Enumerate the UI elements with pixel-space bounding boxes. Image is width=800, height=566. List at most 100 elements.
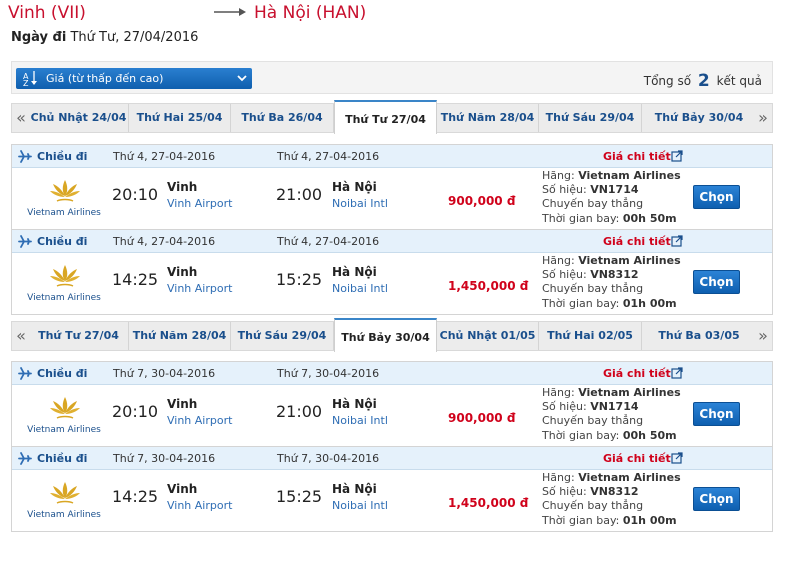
- departure-airport: Vinh Airport: [167, 499, 233, 512]
- departure-label: Ngày đi: [11, 30, 67, 45]
- flight-header: Chiều đi Thứ 7, 30-04-2016 Thứ 7, 30-04-…: [12, 447, 772, 470]
- date-tab[interactable]: Thứ Sáu 29/04: [231, 322, 334, 350]
- airline-logo-text: Vietnam Airlines: [27, 293, 101, 303]
- date-tab[interactable]: Thứ Hai 02/05: [539, 322, 642, 350]
- result-count: Tổng số 2 kết quả: [643, 70, 762, 91]
- external-link-icon[interactable]: [671, 235, 683, 247]
- external-link-icon[interactable]: [671, 150, 683, 162]
- date-tab[interactable]: Thứ Tư 27/04: [29, 322, 129, 350]
- departure-city: Vinh: [167, 482, 198, 496]
- flight-card: Chiều đi Thứ 7, 30-04-2016 Thứ 7, 30-04-…: [11, 361, 773, 447]
- direction-label: Chiều đi: [37, 367, 88, 380]
- arrival-date-text: Thứ 4, 27-04-2016: [277, 150, 380, 163]
- prev-week-button[interactable]: «: [13, 322, 29, 350]
- date-tab[interactable]: Thứ Ba 26/04: [231, 104, 334, 132]
- arrival-city: Hà Nội: [332, 180, 377, 194]
- plane-icon: [18, 235, 32, 248]
- airline-logo: Vietnam Airlines: [22, 177, 106, 221]
- lotus-logo-icon: [50, 180, 80, 202]
- chevron-down-icon: [237, 75, 247, 82]
- flight-info: Hãng: Vietnam Airlines Số hiệu: VN8312 C…: [542, 254, 681, 311]
- lotus-logo-icon: [50, 397, 80, 419]
- arrival-time: 21:00: [276, 185, 323, 204]
- external-link-icon[interactable]: [671, 452, 683, 464]
- select-flight-button[interactable]: Chọn: [693, 185, 740, 209]
- prev-week-button[interactable]: «: [13, 104, 29, 132]
- airline-label: Hãng:: [542, 169, 575, 182]
- departure-date-text: Thứ 7, 30-04-2016: [113, 367, 216, 380]
- arrival-date-text: Thứ 7, 30-04-2016: [277, 367, 380, 380]
- date-tab[interactable]: Thứ Hai 25/04: [129, 104, 231, 132]
- departure-value: Thứ Tư, 27/04/2016: [70, 30, 199, 45]
- flight-number-label: Số hiệu:: [542, 268, 587, 282]
- destination-city: Hà Nội (HAN): [254, 3, 367, 23]
- next-week-button[interactable]: »: [755, 104, 771, 132]
- select-flight-button[interactable]: Chọn: [693, 487, 740, 511]
- result-count-suffix: kết quả: [716, 74, 762, 88]
- departure-city: Vinh: [167, 180, 198, 194]
- svg-text:Z: Z: [23, 79, 29, 86]
- arrival-airport: Noibai Intl: [332, 282, 388, 295]
- date-tab[interactable]: Thứ Năm 28/04: [437, 104, 539, 132]
- flight-price: 1,450,000 đ: [448, 496, 529, 510]
- date-tab[interactable]: Thứ Ba 03/05: [642, 322, 756, 350]
- date-tab[interactable]: Thứ Sáu 29/04: [539, 104, 642, 132]
- direction-label: Chiều đi: [37, 235, 88, 248]
- external-link-icon[interactable]: [671, 367, 683, 379]
- result-count-number: 2: [697, 71, 710, 91]
- departure-date: Ngày đi Thứ Tư, 27/04/2016: [11, 30, 198, 45]
- date-tab[interactable]: Chủ Nhật 24/04: [29, 104, 129, 132]
- flight-header: Chiều đi Thứ 7, 30-04-2016 Thứ 7, 30-04-…: [12, 362, 772, 385]
- airline-name: Vietnam Airlines: [578, 254, 681, 267]
- sort-dropdown[interactable]: A Z Giá (từ thấp đến cao): [16, 68, 252, 89]
- lotus-logo-icon: [50, 482, 80, 504]
- departure-airport: Vinh Airport: [167, 197, 233, 210]
- airline-name: Vietnam Airlines: [578, 471, 681, 484]
- duration-label: Thời gian bay:: [542, 428, 620, 442]
- route-arrow-icon: [214, 8, 246, 16]
- direction-label: Chiều đi: [37, 452, 88, 465]
- duration-label: Thời gian bay:: [542, 513, 620, 527]
- departure-airport: Vinh Airport: [167, 282, 233, 295]
- price-detail-link[interactable]: Giá chi tiết: [603, 235, 671, 248]
- flight-number: VN1714: [590, 400, 639, 414]
- date-tab[interactable]: Chủ Nhật 01/05: [437, 322, 539, 350]
- airline-logo: Vietnam Airlines: [22, 262, 106, 306]
- duration-label: Thời gian bay:: [542, 211, 620, 225]
- flight-number: VN8312: [590, 268, 639, 282]
- departure-time: 20:10: [112, 185, 159, 204]
- departure-time: 20:10: [112, 402, 159, 421]
- date-tab-active[interactable]: Thứ Tư 27/04: [334, 100, 437, 134]
- sort-bar: A Z Giá (từ thấp đến cao) Tổng số 2 kết …: [11, 61, 773, 94]
- flight-card: Chiều đi Thứ 4, 27-04-2016 Thứ 4, 27-04-…: [11, 229, 773, 315]
- select-flight-button[interactable]: Chọn: [693, 270, 740, 294]
- price-detail-link[interactable]: Giá chi tiết: [603, 150, 671, 163]
- route-header: Vinh (VII) Hà Nội (HAN): [8, 3, 508, 27]
- arrival-airport: Noibai Intl: [332, 414, 388, 427]
- airline-logo-text: Vietnam Airlines: [27, 208, 101, 218]
- date-tab[interactable]: Thứ Năm 28/04: [129, 322, 231, 350]
- flight-duration: 00h 50m: [622, 211, 677, 225]
- flight-duration: 01h 00m: [622, 296, 677, 310]
- flight-card: Chiều đi Thứ 4, 27-04-2016 Thứ 4, 27-04-…: [11, 144, 773, 230]
- departure-city: Vinh: [167, 397, 198, 411]
- price-detail-link[interactable]: Giá chi tiết: [603, 452, 671, 465]
- date-tab-active[interactable]: Thứ Bảy 30/04: [334, 318, 437, 352]
- result-count-prefix: Tổng số: [643, 74, 692, 88]
- departure-date-text: Thứ 7, 30-04-2016: [113, 452, 216, 465]
- plane-icon: [18, 452, 32, 465]
- direct-flight-text: Chuyến bay thẳng: [542, 197, 644, 211]
- date-tab[interactable]: Thứ Bảy 30/04: [642, 104, 756, 132]
- direct-flight-text: Chuyến bay thẳng: [542, 414, 644, 428]
- departure-date-text: Thứ 4, 27-04-2016: [113, 150, 216, 163]
- airline-logo-text: Vietnam Airlines: [27, 510, 101, 520]
- flight-info: Hãng: Vietnam Airlines Số hiệu: VN1714 C…: [542, 169, 681, 226]
- arrival-time: 15:25: [276, 270, 323, 289]
- flight-number-label: Số hiệu:: [542, 183, 587, 197]
- departure-time: 14:25: [112, 487, 159, 506]
- next-week-button[interactable]: »: [755, 322, 771, 350]
- select-flight-button[interactable]: Chọn: [693, 402, 740, 426]
- airline-name: Vietnam Airlines: [578, 386, 681, 399]
- arrival-date-text: Thứ 7, 30-04-2016: [277, 452, 380, 465]
- price-detail-link[interactable]: Giá chi tiết: [603, 367, 671, 380]
